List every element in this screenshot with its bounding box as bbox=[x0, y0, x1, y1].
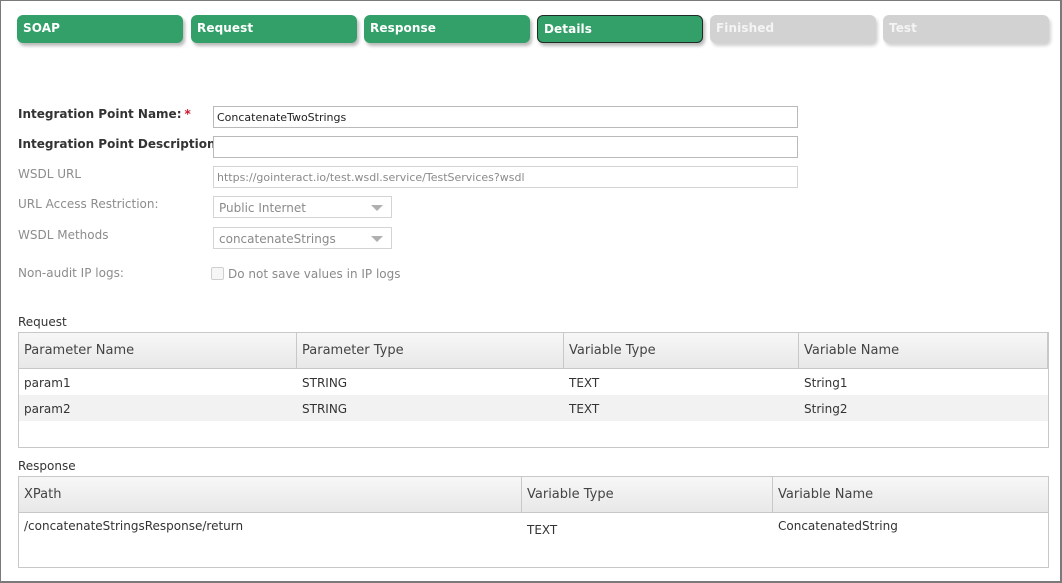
request-table-header: Parameter Name Parameter Type Variable T… bbox=[19, 333, 1048, 369]
request-table: Parameter Name Parameter Type Variable T… bbox=[18, 332, 1049, 448]
table-row[interactable]: param1 STRING TEXT String1 bbox=[19, 369, 1048, 395]
cell-variable-name: ConcatenatedString bbox=[778, 519, 898, 533]
step-details[interactable]: Details bbox=[537, 15, 703, 43]
step-soap[interactable]: SOAP bbox=[17, 15, 183, 43]
column-header-variable-type[interactable]: Variable Type bbox=[564, 333, 799, 368]
table-row[interactable]: /concatenateStringsResponse/return TEXT … bbox=[19, 513, 1048, 545]
required-mark: * bbox=[184, 107, 191, 121]
cell-xpath: /concatenateStringsResponse/return bbox=[24, 519, 244, 533]
column-header-xpath[interactable]: XPath bbox=[19, 477, 522, 512]
name-label: Integration Point Name: * bbox=[18, 107, 191, 121]
response-section-title: Response bbox=[18, 459, 76, 473]
cell-parameter-name: param2 bbox=[24, 402, 71, 416]
step-response[interactable]: Response bbox=[364, 15, 530, 43]
chevron-down-icon bbox=[371, 236, 383, 242]
step-request[interactable]: Request bbox=[191, 15, 357, 43]
cell-variable-name: String2 bbox=[804, 402, 848, 416]
description-label: Integration Point Description: bbox=[18, 137, 221, 151]
column-header-parameter-name[interactable]: Parameter Name bbox=[19, 333, 297, 368]
table-row[interactable]: param2 STRING TEXT String2 bbox=[19, 395, 1048, 421]
step-test[interactable]: Test bbox=[883, 15, 1049, 43]
ip-logs-checkbox[interactable] bbox=[211, 267, 224, 280]
cell-variable-name: String1 bbox=[804, 376, 848, 390]
column-header-variable-type[interactable]: Variable Type bbox=[522, 477, 773, 512]
request-section-title: Request bbox=[18, 315, 67, 329]
wsdl-methods-value: concatenateStrings bbox=[219, 232, 336, 246]
integration-point-wizard: SOAP Request Response Details Finished T… bbox=[0, 0, 1062, 583]
description-input[interactable] bbox=[213, 136, 798, 158]
name-input[interactable]: ConcatenateTwoStrings bbox=[213, 106, 798, 128]
wsdl-methods-select: concatenateStrings bbox=[213, 227, 392, 249]
response-table: XPath Variable Type Variable Name /conca… bbox=[18, 476, 1049, 568]
access-restriction-select: Public Internet bbox=[213, 196, 392, 218]
cell-variable-type: TEXT bbox=[527, 523, 558, 537]
chevron-down-icon bbox=[371, 205, 383, 211]
wsdl-url-input: https://gointeract.io/test.wsdl.service/… bbox=[213, 166, 798, 188]
access-restriction-value: Public Internet bbox=[219, 201, 306, 215]
cell-parameter-type: STRING bbox=[302, 402, 348, 416]
column-header-variable-name[interactable]: Variable Name bbox=[799, 333, 1048, 368]
column-header-variable-name[interactable]: Variable Name bbox=[773, 477, 1048, 512]
wsdl-methods-label: WSDL Methods bbox=[18, 228, 109, 242]
cell-variable-type: TEXT bbox=[569, 402, 600, 416]
cell-parameter-type: STRING bbox=[302, 376, 348, 390]
wsdl-url-label: WSDL URL bbox=[18, 167, 82, 181]
ip-logs-label: Non-audit IP logs: bbox=[18, 266, 124, 280]
response-table-header: XPath Variable Type Variable Name bbox=[19, 477, 1048, 513]
ip-logs-checkbox-label: Do not save values in IP logs bbox=[228, 267, 401, 281]
access-restriction-label: URL Access Restriction: bbox=[18, 197, 159, 211]
wizard-steps: SOAP Request Response Details Finished T… bbox=[17, 15, 1049, 45]
name-label-text: Integration Point Name: bbox=[18, 107, 182, 121]
cell-variable-type: TEXT bbox=[569, 376, 600, 390]
step-finished[interactable]: Finished bbox=[710, 15, 876, 43]
cell-parameter-name: param1 bbox=[24, 376, 71, 390]
column-header-parameter-type[interactable]: Parameter Type bbox=[297, 333, 564, 368]
